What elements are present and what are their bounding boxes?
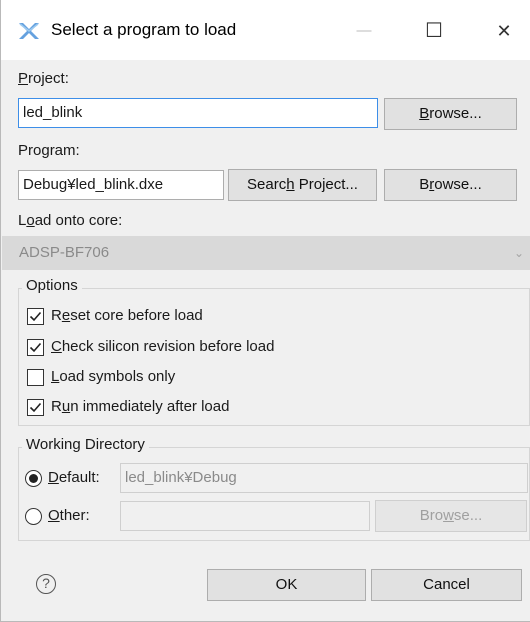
project-browse-button[interactable]: Browse...	[384, 98, 517, 130]
core-select-value: ADSP-BF706	[19, 244, 110, 261]
run-immediately-checkbox[interactable]	[27, 399, 44, 416]
default-radio[interactable]	[25, 470, 42, 487]
options-legend: Options	[22, 277, 82, 294]
reset-core-label[interactable]: Reset core before load	[51, 307, 203, 324]
checkmark-icon	[29, 402, 42, 413]
core-select[interactable]: ADSP-BF706 ⌄	[2, 236, 530, 270]
core-label: Load onto core:	[18, 212, 123, 229]
chevron-down-icon: ⌄	[513, 246, 524, 260]
other-label[interactable]: Other:	[48, 507, 90, 524]
other-directory-input[interactable]	[120, 501, 370, 531]
check-silicon-label[interactable]: Check silicon revision before load	[51, 338, 274, 355]
project-label: Project:	[18, 70, 69, 87]
maximize-button[interactable]: ☐	[421, 18, 447, 44]
ok-button[interactable]: OK	[207, 569, 366, 601]
load-symbols-checkbox[interactable]	[27, 369, 44, 386]
cancel-button[interactable]: Cancel	[371, 569, 522, 601]
working-directory-browse-button[interactable]: Browse...	[375, 500, 527, 532]
program-input[interactable]: Debug¥led_blink.dxe	[18, 170, 224, 200]
app-icon	[19, 23, 39, 39]
default-directory-input[interactable]: led_blink¥Debug	[120, 463, 528, 493]
title-bar: Select a program to load — ☐ ✕	[1, 0, 530, 60]
checkmark-icon	[29, 342, 42, 353]
load-program-dialog: Select a program to load — ☐ ✕ Project: …	[0, 0, 530, 622]
minimize-button[interactable]: —	[351, 18, 377, 44]
project-input[interactable]: led_blink	[18, 98, 378, 128]
other-radio[interactable]	[25, 508, 42, 525]
program-label: Program:	[18, 142, 80, 159]
working-directory-legend: Working Directory	[22, 436, 149, 453]
program-browse-button[interactable]: Browse...	[384, 169, 517, 201]
close-button[interactable]: ✕	[491, 18, 517, 44]
run-immediately-label[interactable]: Run immediately after load	[51, 398, 229, 415]
checkmark-icon	[29, 311, 42, 322]
check-silicon-checkbox[interactable]	[27, 339, 44, 356]
help-icon[interactable]: ?	[36, 574, 56, 594]
load-symbols-label[interactable]: Load symbols only	[51, 368, 175, 385]
window-title: Select a program to load	[51, 20, 237, 39]
default-label[interactable]: Default:	[48, 469, 100, 486]
search-project-button[interactable]: Search Project...	[228, 169, 377, 201]
reset-core-checkbox[interactable]	[27, 308, 44, 325]
